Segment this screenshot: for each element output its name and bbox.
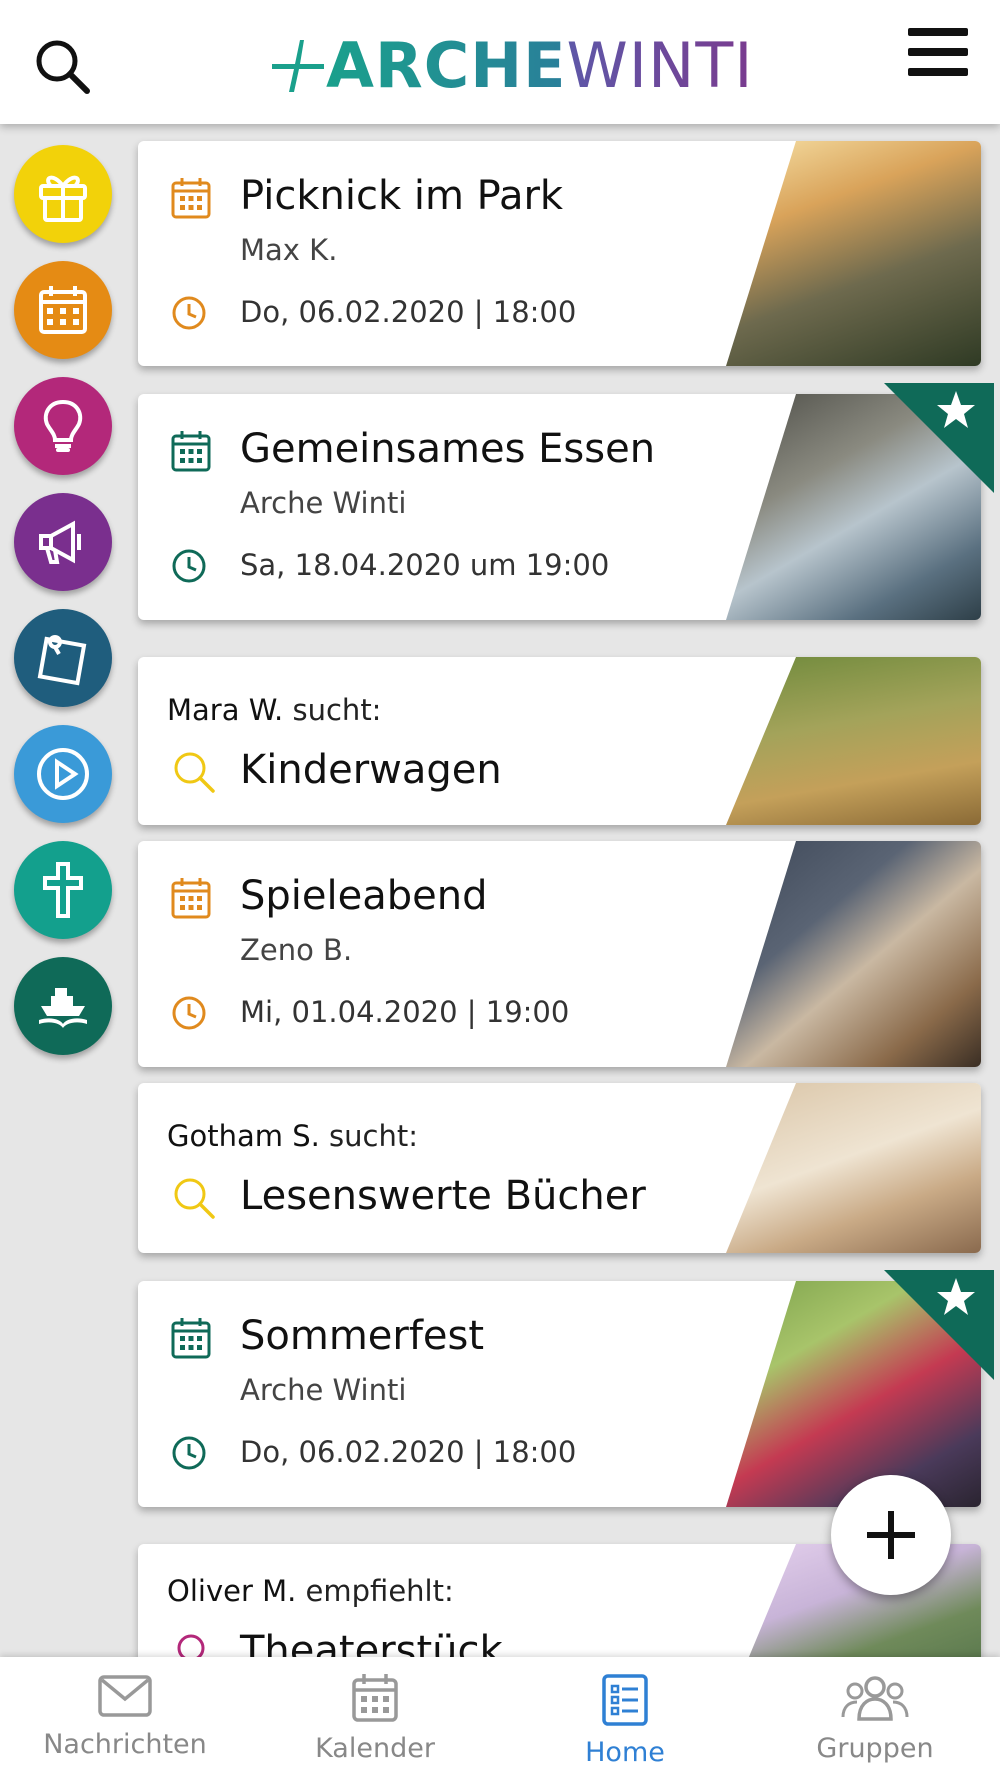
wish-image-book (726, 1083, 981, 1253)
calendar-icon (171, 878, 211, 919)
app-header: ARCHE WINTI (0, 0, 1000, 124)
logo-text-arche: ARCHE (326, 29, 567, 102)
wish-title: Kinderwagen (240, 747, 502, 793)
clock-icon (172, 1436, 206, 1470)
event-image-chess (726, 841, 981, 1067)
nav-item-kalender[interactable]: Kalender (250, 1657, 500, 1778)
recommend-user-line: Oliver M. empfiehlt: (167, 1574, 454, 1608)
event-card[interactable]: Sommerfest Arche Winti Do, 06.02.2020 | … (138, 1281, 981, 1507)
bottom-navigation: Nachrichten Kalender Home Gruppen (0, 1657, 1000, 1778)
nav-label: Nachrichten (43, 1729, 207, 1760)
category-sidebar (14, 145, 114, 1073)
lightbulb-icon[interactable] (14, 377, 112, 475)
wish-card[interactable]: Mara W. sucht: Kinderwagen (138, 657, 981, 825)
megaphone-icon[interactable] (14, 493, 112, 591)
calendar-icon (352, 1674, 398, 1722)
event-date: Do, 06.02.2020 | 18:00 (240, 1435, 577, 1469)
plus-icon (867, 1511, 915, 1559)
nav-item-home[interactable]: Home (500, 1657, 750, 1778)
event-title: Picknick im Park (240, 173, 564, 219)
search-icon[interactable] (32, 36, 92, 96)
logo-text-winti: WINTI (566, 29, 754, 102)
search-icon (174, 1178, 215, 1219)
cross-icon[interactable] (14, 841, 112, 939)
event-card[interactable]: Picknick im Park Max K. Do, 06.02.2020 |… (138, 141, 981, 366)
wish-user: Mara W. (167, 693, 284, 727)
group-icon (841, 1676, 909, 1721)
nav-label: Home (585, 1737, 665, 1768)
wish-image-park (726, 657, 981, 825)
nav-label: Kalender (315, 1733, 435, 1764)
pinned-note-icon[interactable] (14, 609, 112, 707)
wish-title: Lesenswerte Bücher (240, 1173, 646, 1219)
calendar-icon (171, 178, 211, 219)
calendar-icon[interactable] (14, 261, 112, 359)
event-card[interactable]: Gemeinsames Essen Arche Winti Sa, 18.04.… (138, 394, 981, 620)
wish-verb: sucht: (319, 1119, 419, 1153)
clock-icon (172, 296, 206, 330)
event-title: Sommerfest (240, 1313, 485, 1359)
hamburger-menu-icon[interactable] (908, 28, 968, 84)
recommend-user: Oliver M. (167, 1574, 297, 1608)
event-organizer: Zeno B. (240, 933, 353, 967)
mail-icon (98, 1675, 152, 1717)
calendar-icon (171, 1318, 211, 1359)
event-title: Spieleabend (240, 873, 488, 919)
bible-ark-icon[interactable] (14, 957, 112, 1055)
clock-icon (172, 996, 206, 1030)
play-icon[interactable] (14, 725, 112, 823)
event-date: Do, 06.02.2020 | 18:00 (240, 295, 577, 329)
nav-item-nachrichten[interactable]: Nachrichten (0, 1657, 250, 1778)
featured-star-icon (884, 1270, 994, 1380)
calendar-icon (171, 431, 211, 472)
event-date: Mi, 01.04.2020 | 19:00 (240, 995, 570, 1029)
event-organizer: Arche Winti (240, 1373, 407, 1407)
nav-item-gruppen[interactable]: Gruppen (750, 1657, 1000, 1778)
recommend-verb: empfiehlt: (296, 1574, 454, 1608)
event-date: Sa, 18.04.2020 um 19:00 (240, 548, 610, 582)
wish-user-line: Mara W. sucht: (167, 693, 381, 727)
wish-user-line: Gotham S. sucht: (167, 1119, 418, 1153)
event-image-picnic (726, 141, 981, 366)
event-card[interactable]: Spieleabend Zeno B. Mi, 01.04.2020 | 19:… (138, 841, 981, 1067)
home-list-icon (602, 1674, 648, 1726)
clock-icon (172, 549, 206, 583)
gift-icon[interactable] (14, 145, 112, 243)
wish-verb: sucht: (283, 693, 382, 727)
nav-label: Gruppen (816, 1733, 934, 1764)
featured-star-icon (884, 383, 994, 493)
search-icon (174, 752, 215, 793)
logo-cross-icon (272, 40, 324, 92)
event-organizer: Max K. (240, 233, 338, 267)
app-logo[interactable]: ARCHE WINTI (270, 34, 754, 98)
event-organizer: Arche Winti (240, 486, 407, 520)
add-button[interactable] (831, 1475, 951, 1595)
event-title: Gemeinsames Essen (240, 426, 656, 472)
wish-user: Gotham S. (167, 1119, 320, 1153)
wish-card[interactable]: Gotham S. sucht: Lesenswerte Bücher (138, 1083, 981, 1253)
